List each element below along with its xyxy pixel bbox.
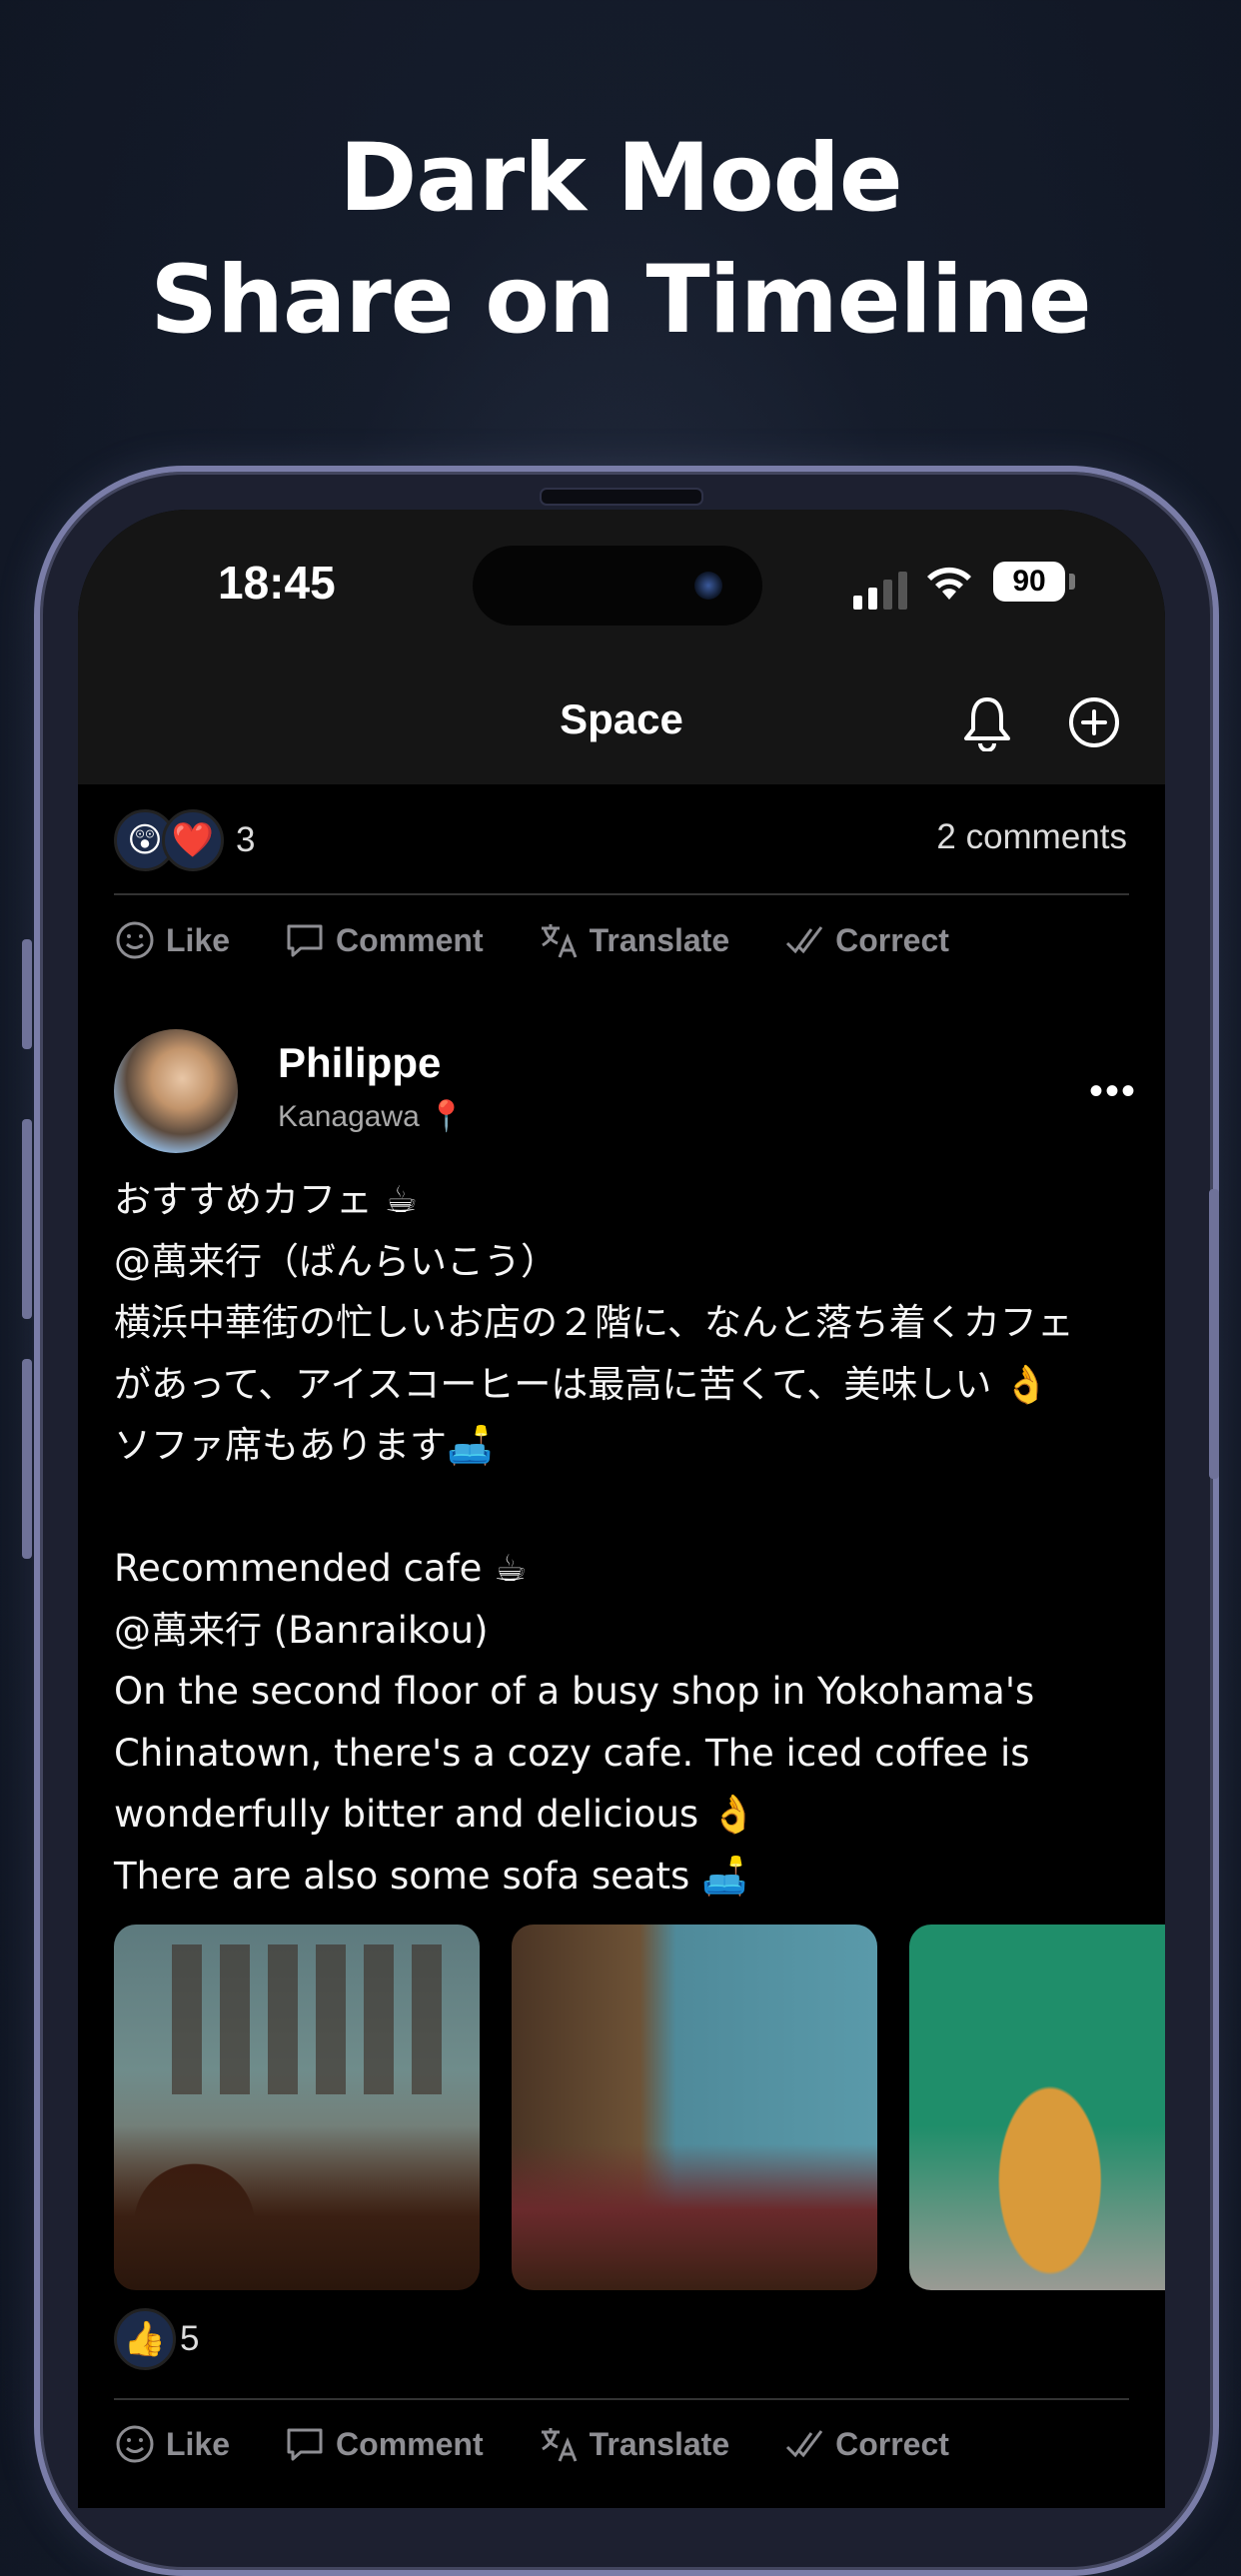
phone-side-button (22, 939, 32, 1049)
post-reaction-count: 5 (180, 2319, 200, 2358)
translate-icon (541, 2428, 577, 2462)
author-location: Kanagawa 📍 (278, 1100, 466, 1133)
correct-button[interactable]: Correct (783, 2423, 949, 2465)
comment-label: Comment (336, 2425, 484, 2462)
phone-side-button (1209, 1189, 1219, 1479)
more-options-icon[interactable]: ••• (1089, 1069, 1137, 1114)
phone-screen: 18:45 90 Space 😲 ❤️ 3 2 comments Like Co… (78, 510, 1165, 2508)
comment-button[interactable]: Comment (284, 919, 484, 961)
phone-side-button (22, 1359, 32, 1559)
comments-count-link[interactable]: 2 comments (936, 817, 1127, 857)
headline-line1: Dark Mode (339, 124, 902, 233)
comment-button[interactable]: Comment (284, 2423, 484, 2465)
translate-button[interactable]: Translate (538, 2423, 730, 2465)
battery-indicator: 90 (993, 562, 1065, 602)
bell-icon[interactable] (961, 695, 1013, 751)
headline-line2: Share on Timeline (150, 246, 1091, 355)
headline: Dark Mode Share on Timeline (0, 118, 1241, 362)
post-reaction-summary[interactable]: 👍 5 (114, 2308, 199, 2370)
translate-button[interactable]: Translate (538, 919, 730, 961)
translate-label: Translate (589, 921, 730, 958)
reaction-summary[interactable]: 😲 ❤️ 3 (114, 809, 255, 871)
correct-check-icon (786, 2430, 823, 2458)
battery-tip (1069, 574, 1075, 590)
correct-button[interactable]: Correct (783, 919, 949, 961)
correct-check-icon (786, 926, 823, 954)
like-button[interactable]: Like (114, 2423, 230, 2465)
post-photo[interactable] (512, 1925, 877, 2290)
smile-icon (116, 2425, 154, 2463)
heart-emoji-icon: ❤️ (162, 809, 224, 871)
comment-label: Comment (336, 921, 484, 958)
like-label: Like (166, 2425, 231, 2462)
divider (114, 893, 1129, 895)
divider (114, 2398, 1129, 2400)
correct-label: Correct (835, 2425, 949, 2462)
comment-bubble-icon (287, 924, 323, 957)
correct-label: Correct (835, 921, 949, 958)
signal-icon (853, 572, 907, 610)
smile-icon (116, 921, 154, 959)
dynamic-island (473, 546, 762, 626)
avatar[interactable] (114, 1029, 238, 1153)
thumbs-up-emoji-icon: 👍 (114, 2308, 176, 2370)
post-photo[interactable] (909, 1925, 1165, 2290)
post-text: おすすめカフェ ☕ @萬来行（ばんらいこう） 横浜中華街の忙しいお店の２階に、な… (114, 1178, 1074, 1898)
photo-carousel[interactable] (114, 1925, 1165, 2290)
post-photo[interactable] (114, 1925, 480, 2290)
comment-bubble-icon (287, 2428, 323, 2461)
camera-icon (694, 572, 722, 600)
add-post-icon[interactable] (1067, 695, 1121, 749)
nav-bar: Space (78, 659, 1165, 784)
translate-label: Translate (589, 2425, 730, 2462)
phone-speaker (540, 488, 703, 506)
status-bar: 18:45 90 (78, 510, 1165, 659)
like-button[interactable]: Like (114, 919, 230, 961)
action-bar: Like Comment Translate Correct (114, 919, 1003, 961)
reaction-count: 3 (236, 820, 256, 859)
author-name[interactable]: Philippe (278, 1039, 441, 1087)
post-action-bar: Like Comment Translate Correct (114, 2423, 1003, 2465)
translate-icon (541, 924, 577, 958)
wifi-icon (927, 567, 971, 600)
status-time: 18:45 (218, 557, 336, 609)
phone-side-button (22, 1119, 32, 1319)
like-label: Like (166, 921, 231, 958)
